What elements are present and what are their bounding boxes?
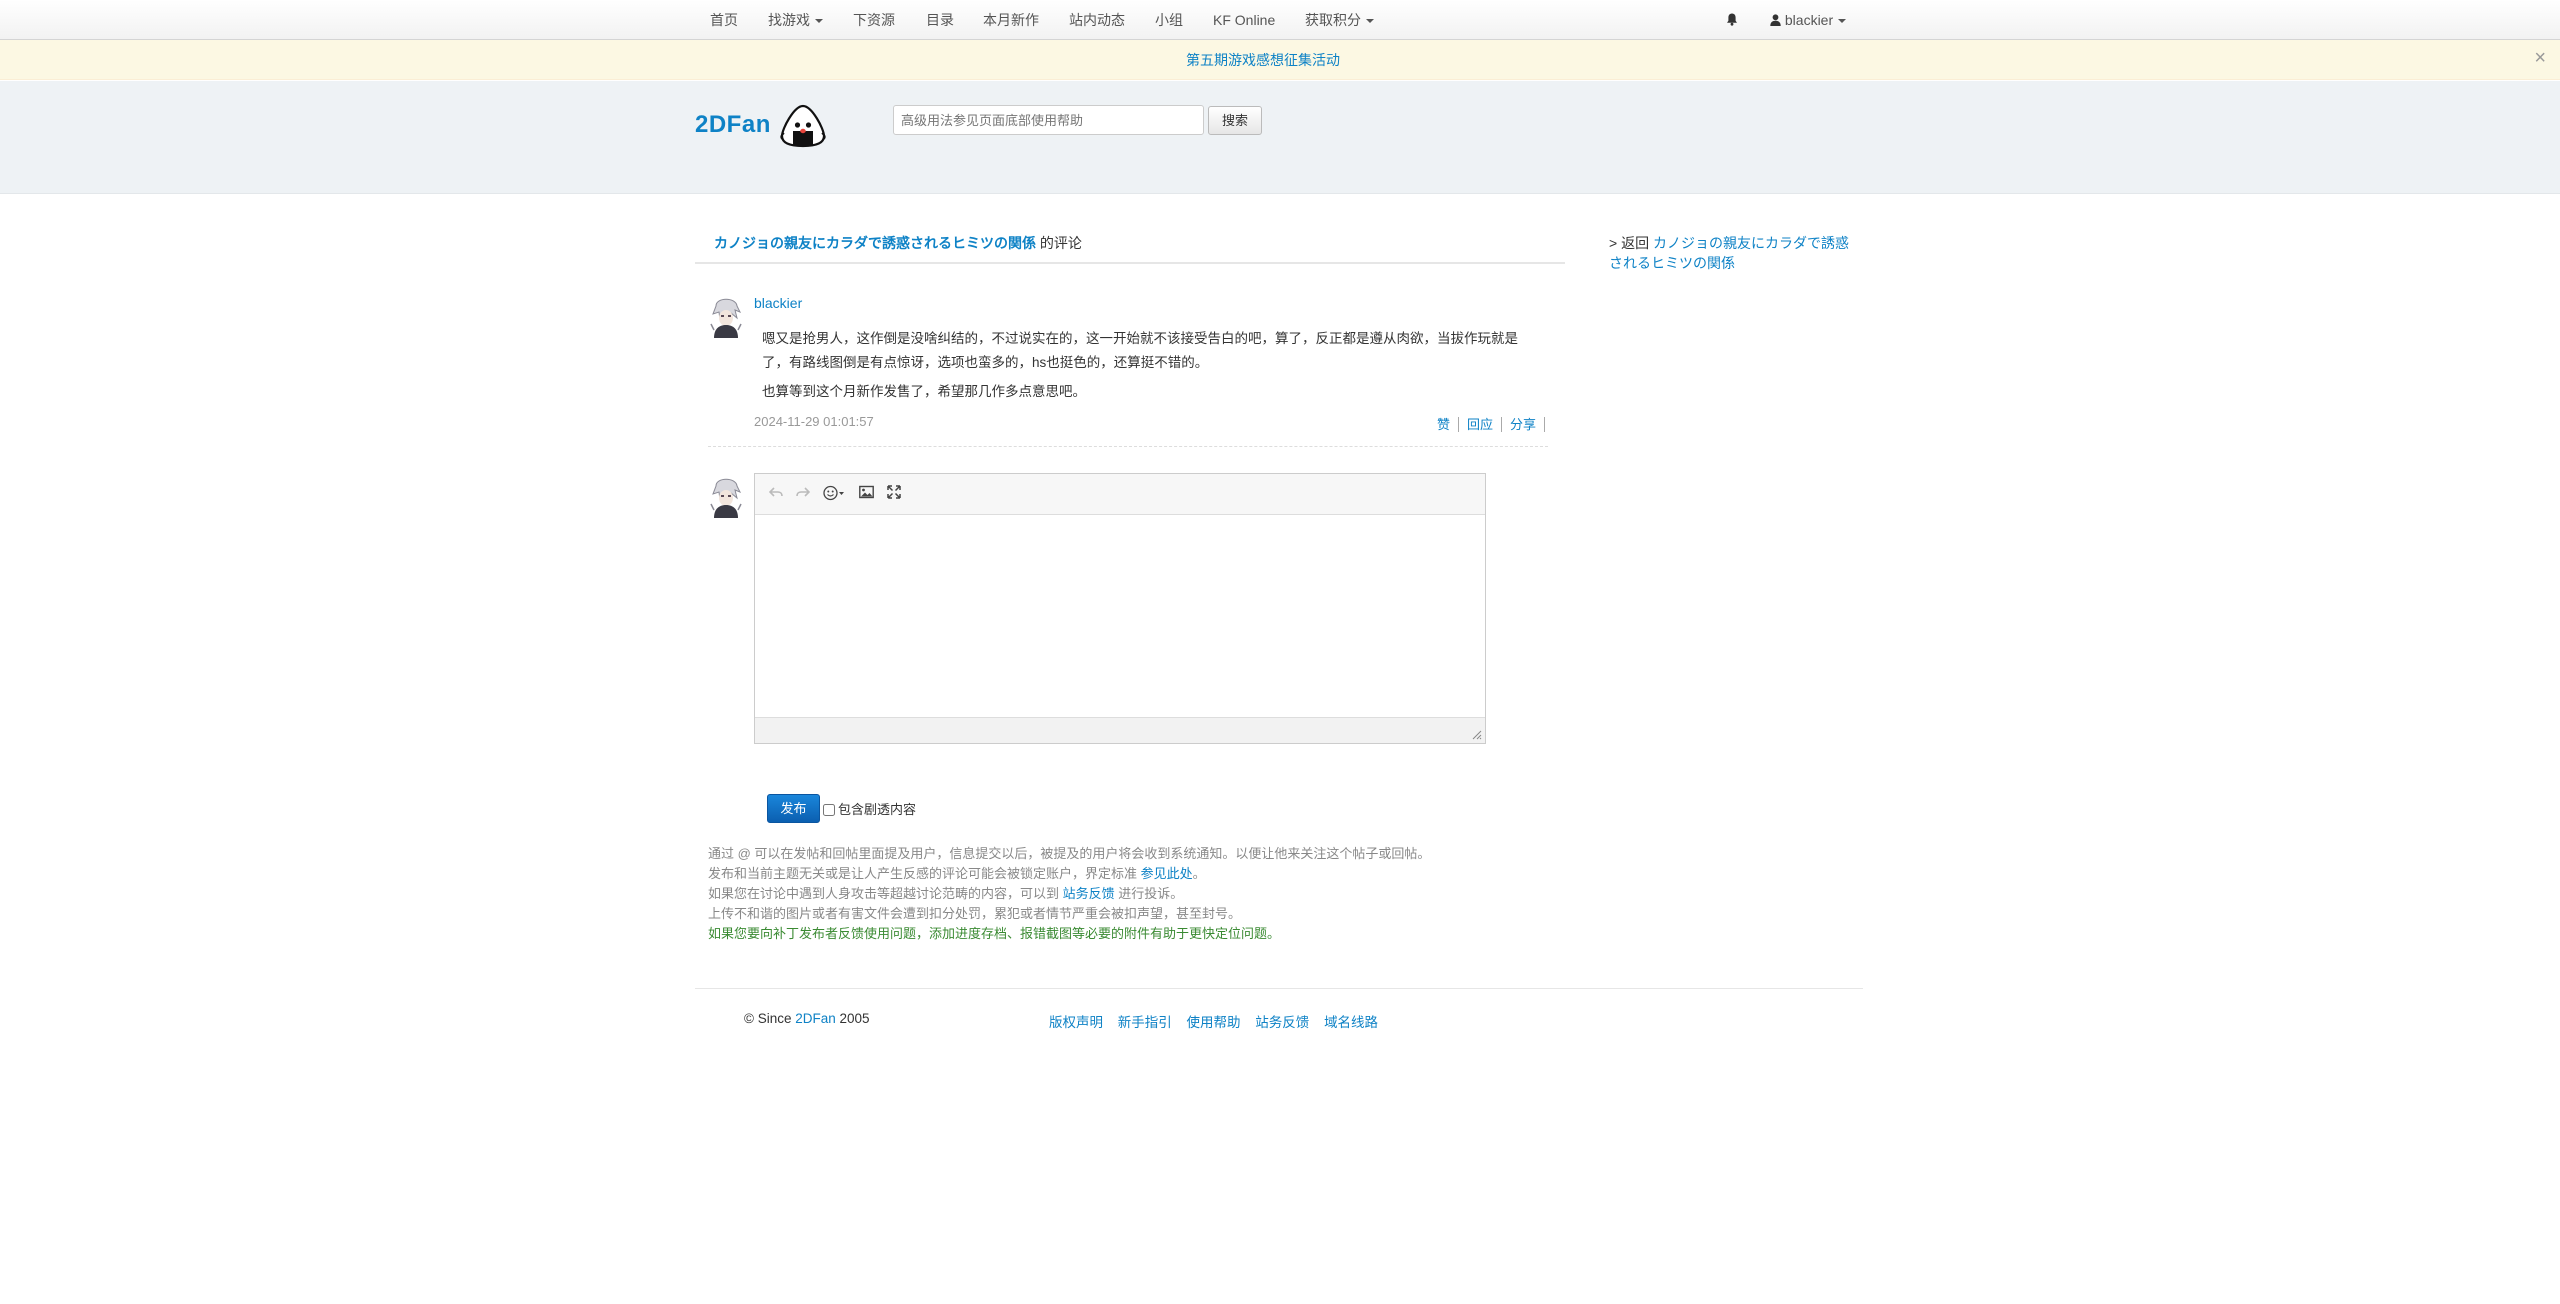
copyright-year: 2005 — [835, 1011, 870, 1026]
site-logo[interactable]: 2DFan — [695, 111, 771, 139]
note-upload: 上传不和谐的图片或者有害文件会遭到扣分处罚，累犯或者情节严重会被扣声望，甚至封号… — [708, 906, 1242, 921]
footer-link-copyright[interactable]: 版权声明 — [1049, 1015, 1103, 1030]
undo-icon[interactable] — [768, 485, 783, 503]
note-report-text: 如果您在讨论中遇到人身攻击等超越讨论范畴的内容，可以到 — [708, 886, 1063, 901]
comment-divider — [708, 446, 1548, 447]
nav-home[interactable]: 首页 — [710, 0, 738, 40]
editor-status-bar — [755, 717, 1485, 743]
comment-actions: 赞回应 分享 — [1428, 414, 1545, 433]
spoiler-label: 包含剧透内容 — [838, 802, 917, 817]
mascot-logo-icon[interactable] — [778, 103, 828, 149]
avatar[interactable] — [708, 294, 744, 338]
comment-paragraph: 也算等到这个月新作发售了，希望那几作多点意思吧。 — [762, 384, 1086, 399]
note-report-end: 进行投诉。 — [1114, 886, 1184, 901]
spoiler-checkbox[interactable] — [823, 804, 835, 816]
search-button[interactable]: 搜索 — [1208, 106, 1262, 135]
footer-link-guide[interactable]: 新手指引 — [1118, 1015, 1172, 1030]
nav-find-games-label: 找游戏 — [768, 12, 810, 28]
chevron-down-icon — [1366, 19, 1374, 24]
nav-earn-points-label: 获取积分 — [1305, 12, 1361, 28]
footer-links: 版权声明 新手指引 使用帮助 站务反馈 域名线路 — [1049, 1011, 1389, 1031]
share-button[interactable]: 分享 — [1501, 417, 1545, 432]
feedback-link[interactable]: 站务反馈 — [1063, 886, 1115, 901]
image-icon[interactable] — [859, 485, 874, 503]
nav-find-games[interactable]: 找游戏 — [768, 0, 823, 40]
avatar[interactable] — [708, 474, 744, 518]
title-divider — [695, 262, 1565, 264]
bell-icon — [1727, 13, 1737, 26]
note-rules-text: 发布和当前主题无关或是让人产生反感的评论可能会被锁定账户，界定标准 — [708, 866, 1141, 881]
spoiler-option: 包含剧透内容 — [823, 799, 916, 818]
comment-timestamp: 2024-11-29 01:01:57 — [754, 414, 874, 429]
game-title-link[interactable]: カノジョの親友にカラダで誘惑されるヒミツの関係 — [714, 235, 1036, 251]
note-report: 如果您在讨论中遇到人身攻击等超越讨论范畴的内容，可以到 站务反馈 进行投诉。 — [708, 884, 1430, 904]
reply-button[interactable]: 回应 — [1458, 417, 1502, 432]
user-menu[interactable]: blackier — [1770, 0, 1847, 40]
page-title: カノジョの親友にカラダで誘惑されるヒミツの関係 的评论 — [714, 233, 1082, 253]
site-header: 2DFan 搜索 — [0, 81, 2560, 194]
fullscreen-icon[interactable] — [887, 485, 901, 503]
like-button[interactable]: 赞 — [1428, 417, 1459, 432]
editor-toolbar — [755, 474, 1485, 515]
editor-text-area[interactable] — [755, 516, 1485, 716]
announcement-bar: 第五期游戏感想征集活动 × — [0, 40, 2560, 80]
page-title-suffix: 的评论 — [1036, 235, 1082, 251]
sidebar-back-link: > 返回 カノジョの親友にカラダで誘惑されるヒミツの関係 — [1609, 233, 1857, 273]
footer-copyright: © Since 2DFan 2005 — [744, 1011, 870, 1026]
nav-groups[interactable]: 小组 — [1155, 0, 1183, 40]
nav-catalog[interactable]: 目录 — [926, 0, 954, 40]
footer-link-domains[interactable]: 域名线路 — [1324, 1015, 1378, 1030]
comment-author[interactable]: blackier — [754, 295, 802, 311]
chevron-down-icon — [815, 19, 823, 24]
publish-button[interactable]: 发布 — [767, 794, 820, 823]
nav-site-activity[interactable]: 站内动态 — [1069, 0, 1125, 40]
chevron-down-icon — [1838, 19, 1847, 24]
top-navbar: 首页 找游戏 下资源 目录 本月新作 站内动态 小组 KF Online 获取积… — [0, 0, 2560, 40]
close-icon[interactable]: × — [2534, 40, 2546, 76]
nav-monthly-new[interactable]: 本月新作 — [983, 0, 1039, 40]
comment-paragraph: 嗯又是抢男人，这作倒是没啥纠结的，不过说实在的，这一开始就不该接受告白的吧，算了… — [762, 331, 1518, 370]
nav-kf-online[interactable]: KF Online — [1213, 0, 1275, 40]
search-input[interactable] — [893, 105, 1204, 135]
copyright-prefix: © Since — [744, 1011, 796, 1026]
nav-earn-points[interactable]: 获取积分 — [1305, 0, 1374, 40]
note-patch-feedback: 如果您要向补丁发布者反馈使用问题，添加进度存档、报错截图等必要的附件有助于更快定… — [708, 926, 1281, 941]
user-icon — [1770, 14, 1781, 26]
footer-divider — [695, 988, 1863, 989]
note-rules: 发布和当前主题无关或是让人产生反感的评论可能会被锁定账户，界定标准 参见此处。 — [708, 864, 1430, 884]
footer-link-help[interactable]: 使用帮助 — [1187, 1015, 1241, 1030]
note-rules-end: 。 — [1192, 866, 1206, 881]
resize-handle-icon[interactable] — [1472, 730, 1482, 740]
note-mention: 通过 @ 可以在发帖和回帖里面提及用户，信息提交以后，被提及的用户将会收到系统通… — [708, 846, 1431, 861]
rules-link[interactable]: 参见此处 — [1141, 866, 1193, 881]
redo-icon[interactable] — [796, 485, 811, 503]
comment-body: 嗯又是抢男人，这作倒是没啥纠结的，不过说实在的，这一开始就不该接受告白的吧，算了… — [762, 327, 1542, 409]
announcement-link[interactable]: 第五期游戏感想征集活动 — [0, 40, 2526, 80]
footer-site-link[interactable]: 2DFan — [795, 1011, 836, 1026]
emoji-icon[interactable] — [823, 485, 845, 503]
notifications-button[interactable] — [1726, 0, 1738, 40]
footer-link-feedback[interactable]: 站务反馈 — [1255, 1015, 1309, 1030]
nav-downloads[interactable]: 下资源 — [853, 0, 895, 40]
username-label: blackier — [1784, 12, 1834, 28]
back-prefix: > 返回 — [1609, 235, 1653, 251]
posting-notes: 通过 @ 可以在发帖和回帖里面提及用户，信息提交以后，被提及的用户将会收到系统通… — [708, 844, 1430, 944]
comment-editor — [754, 473, 1486, 744]
